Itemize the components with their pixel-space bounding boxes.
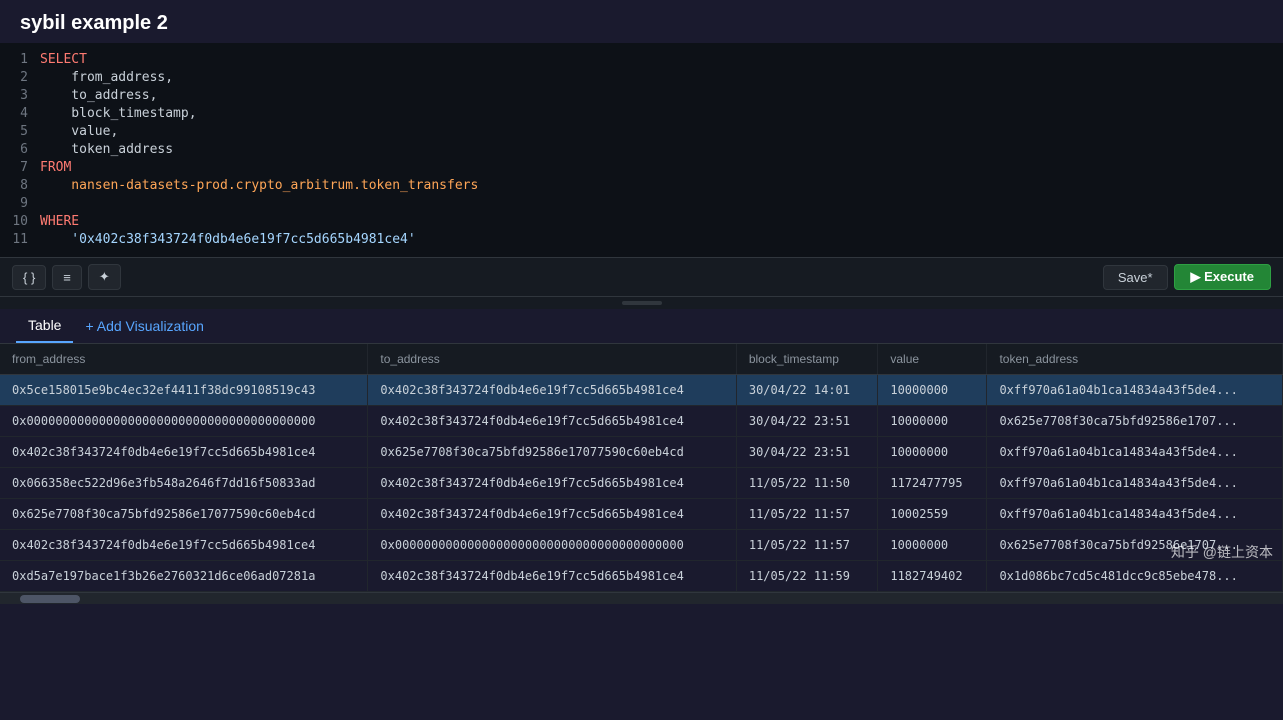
horizontal-scrollbar[interactable] — [0, 592, 1283, 604]
code-line-6: 6 token_address — [0, 141, 1283, 159]
cell-to_address: 0x402c38f343724f0db4e6e19f7cc5d665b4981c… — [368, 406, 736, 437]
cell-token_address: 0xff970a61a04b1ca14834a43f5de4... — [987, 375, 1283, 406]
list-format-button[interactable]: ≡ — [52, 265, 82, 290]
json-format-button[interactable]: { } — [12, 265, 46, 290]
cell-from_address: 0x625e7708f30ca75bfd92586e17077590c60eb4… — [0, 499, 368, 530]
table-row: 0x00000000000000000000000000000000000000… — [0, 406, 1283, 437]
code-line-11: 11 '0x402c38f343724f0db4e6e19f7cc5d665b4… — [0, 231, 1283, 249]
code-line-9: 9 — [0, 195, 1283, 213]
code-line-2: 2 from_address, — [0, 69, 1283, 87]
code-line-8: 8 nansen-datasets-prod.crypto_arbitrum.t… — [0, 177, 1283, 195]
cell-token_address: 0xff970a61a04b1ca14834a43f5de4... — [987, 468, 1283, 499]
table-row: 0x402c38f343724f0db4e6e19f7cc5d665b4981c… — [0, 437, 1283, 468]
cell-block_timestamp: 30/04/22 14:01 — [736, 375, 878, 406]
cell-token_address: 0x1d086bc7cd5c481dcc9c85ebe478... — [987, 561, 1283, 592]
code-line-10: 10 WHERE — [0, 213, 1283, 231]
code-line-5: 5 value, — [0, 123, 1283, 141]
col-header-block-timestamp: block_timestamp — [736, 344, 878, 375]
save-button[interactable]: Save* — [1103, 265, 1168, 290]
cell-block_timestamp: 30/04/22 23:51 — [736, 406, 878, 437]
cell-value: 10000000 — [878, 375, 987, 406]
cell-value: 1182749402 — [878, 561, 987, 592]
table-row: 0x066358ec522d96e3fb548a2646f7dd16f50833… — [0, 468, 1283, 499]
cell-token_address: 0xff970a61a04b1ca14834a43f5de4... — [987, 437, 1283, 468]
cell-to_address: 0x00000000000000000000000000000000000000… — [368, 530, 736, 561]
tab-table[interactable]: Table — [16, 309, 73, 343]
col-header-value: value — [878, 344, 987, 375]
code-line-4: 4 block_timestamp, — [0, 105, 1283, 123]
execute-button[interactable]: ▶ Execute — [1174, 264, 1271, 290]
cell-block_timestamp: 11/05/22 11:57 — [736, 530, 878, 561]
scrollbar-thumb[interactable] — [20, 595, 80, 603]
toolbar: { } ≡ ✦ Save* ▶ Execute — [0, 258, 1283, 297]
code-line-7: 7 FROM — [0, 159, 1283, 177]
cell-block_timestamp: 11/05/22 11:50 — [736, 468, 878, 499]
cell-block_timestamp: 11/05/22 11:59 — [736, 561, 878, 592]
cell-from_address: 0x402c38f343724f0db4e6e19f7cc5d665b4981c… — [0, 437, 368, 468]
col-header-from-address: from_address — [0, 344, 368, 375]
cell-from_address: 0x00000000000000000000000000000000000000… — [0, 406, 368, 437]
add-visualization-button[interactable]: + Add Visualization — [81, 310, 207, 342]
cell-to_address: 0x402c38f343724f0db4e6e19f7cc5d665b4981c… — [368, 561, 736, 592]
cell-from_address: 0x402c38f343724f0db4e6e19f7cc5d665b4981c… — [0, 530, 368, 561]
table-row: 0x5ce158015e9bc4ec32ef4411f38dc99108519c… — [0, 375, 1283, 406]
cell-from_address: 0x5ce158015e9bc4ec32ef4411f38dc99108519c… — [0, 375, 368, 406]
cell-to_address: 0x402c38f343724f0db4e6e19f7cc5d665b4981c… — [368, 375, 736, 406]
col-header-token-address: token_address — [987, 344, 1283, 375]
tabs-bar: Table + Add Visualization — [0, 309, 1283, 344]
cell-token_address: 0xff970a61a04b1ca14834a43f5de4... — [987, 499, 1283, 530]
cell-value: 10000000 — [878, 530, 987, 561]
drag-handle[interactable] — [0, 297, 1283, 309]
cell-value: 10000000 — [878, 437, 987, 468]
table-header-row: from_address to_address block_timestamp … — [0, 344, 1283, 375]
code-line-1: 1 SELECT — [0, 51, 1283, 69]
star-button[interactable]: ✦ — [88, 264, 121, 290]
cell-to_address: 0x625e7708f30ca75bfd92586e17077590c60eb4… — [368, 437, 736, 468]
cell-to_address: 0x402c38f343724f0db4e6e19f7cc5d665b4981c… — [368, 499, 736, 530]
table-row: 0xd5a7e197bace1f3b26e2760321d6ce06ad0728… — [0, 561, 1283, 592]
drag-handle-bar — [622, 301, 662, 305]
cell-token_address: 0x625e7708f30ca75bfd92586e1707... — [987, 406, 1283, 437]
results-table-container[interactable]: from_address to_address block_timestamp … — [0, 344, 1283, 592]
cell-block_timestamp: 11/05/22 11:57 — [736, 499, 878, 530]
page-title: sybil example 2 — [0, 0, 1283, 43]
code-editor[interactable]: 1 SELECT 2 from_address, 3 to_address, 4… — [0, 43, 1283, 258]
cell-value: 10000000 — [878, 406, 987, 437]
watermark: 知乎 @链上资本 — [1171, 542, 1273, 562]
table-row: 0x402c38f343724f0db4e6e19f7cc5d665b4981c… — [0, 530, 1283, 561]
cell-from_address: 0x066358ec522d96e3fb548a2646f7dd16f50833… — [0, 468, 368, 499]
cell-value: 10002559 — [878, 499, 987, 530]
table-row: 0x625e7708f30ca75bfd92586e17077590c60eb4… — [0, 499, 1283, 530]
col-header-to-address: to_address — [368, 344, 736, 375]
cell-from_address: 0xd5a7e197bace1f3b26e2760321d6ce06ad0728… — [0, 561, 368, 592]
results-table: from_address to_address block_timestamp … — [0, 344, 1283, 592]
cell-to_address: 0x402c38f343724f0db4e6e19f7cc5d665b4981c… — [368, 468, 736, 499]
cell-block_timestamp: 30/04/22 23:51 — [736, 437, 878, 468]
cell-value: 1172477795 — [878, 468, 987, 499]
code-line-3: 3 to_address, — [0, 87, 1283, 105]
